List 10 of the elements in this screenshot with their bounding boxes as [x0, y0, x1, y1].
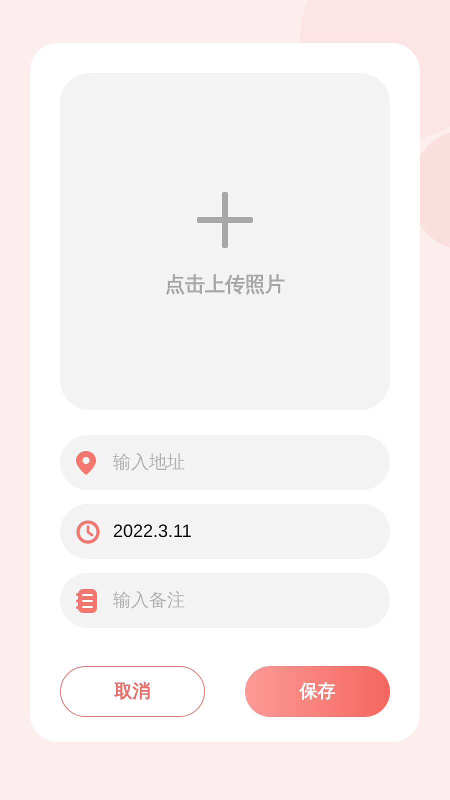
input-field[interactable]: 2022.3.11 — [60, 504, 390, 559]
location-pin-icon — [76, 450, 96, 474]
plus-icon — [197, 192, 253, 248]
upload-photo-area[interactable]: 点击上传照片 — [60, 73, 390, 410]
notebook-icon — [76, 588, 98, 612]
cancel-button[interactable]: 取消 — [60, 666, 205, 717]
save-button[interactable]: 保存 — [245, 666, 390, 717]
clock-icon — [76, 520, 100, 544]
input-field[interactable]: 输入备注 — [60, 573, 390, 628]
input-field[interactable]: 输入地址 — [60, 435, 390, 490]
